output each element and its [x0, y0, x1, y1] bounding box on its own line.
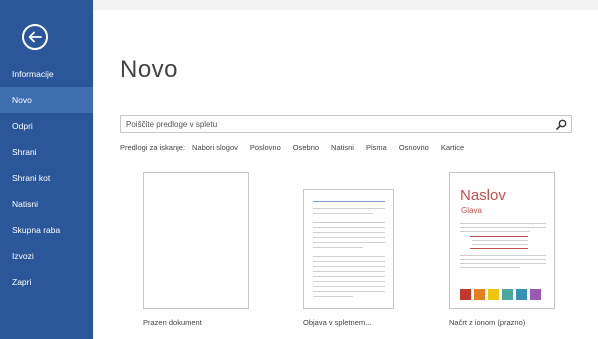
backstage-view: Informacije Novo Odpri Shrani Shrani kot…	[0, 0, 598, 339]
suggested-link-osebno[interactable]: Osebno	[293, 143, 319, 155]
text-line	[460, 231, 530, 232]
suggested-link-nabori-slogov[interactable]: Nabori slogov	[192, 143, 238, 155]
suggested-searches-label: Predlogi za iskanje:	[120, 143, 186, 152]
text-line	[313, 232, 385, 233]
sidebar-item-shrani-kot[interactable]: Shrani kot	[0, 165, 93, 191]
text-line	[313, 213, 373, 214]
text-line	[460, 227, 546, 228]
page-title: Novo	[120, 56, 179, 83]
sidebar-item-skupna-raba[interactable]: Skupna raba	[0, 217, 93, 243]
accent-line	[470, 248, 528, 249]
text-line	[313, 208, 385, 209]
template-heading: Naslov	[460, 187, 506, 204]
search-icon[interactable]	[556, 119, 567, 130]
text-line	[472, 240, 528, 241]
text-line	[313, 247, 363, 248]
sidebar-menu: Informacije Novo Odpri Shrani Shrani kot…	[0, 61, 93, 295]
text-line	[313, 271, 385, 272]
color-swatch	[502, 289, 513, 300]
suggested-link-osnovno[interactable]: Osnovno	[399, 143, 429, 155]
text-line	[313, 261, 385, 262]
color-swatch	[474, 289, 485, 300]
template-subheading: Glava	[461, 206, 482, 215]
text-line	[313, 276, 385, 277]
accent-line	[470, 236, 528, 237]
text-line	[313, 296, 353, 297]
template-name: Prazen dokument	[143, 318, 202, 327]
text-line	[472, 244, 528, 245]
color-swatch	[488, 289, 499, 300]
sidebar-item-zapri[interactable]: Zapri	[0, 269, 93, 295]
text-line	[460, 223, 546, 224]
text-line	[460, 255, 546, 256]
text-line	[313, 291, 385, 292]
text-line	[313, 256, 385, 257]
color-swatch	[460, 289, 471, 300]
sidebar: Informacije Novo Odpri Shrani Shrani kot…	[0, 0, 93, 339]
text-line	[313, 222, 385, 223]
arrow-left-icon	[28, 31, 42, 43]
template-search-input[interactable]	[126, 116, 546, 132]
text-line	[313, 237, 385, 238]
suggested-searches: Predlogi za iskanje: Nabori slogov Poslo…	[120, 143, 476, 155]
suggested-link-natisni[interactable]: Natisni	[331, 143, 354, 155]
template-thumbnail[interactable]	[143, 172, 249, 309]
suggested-link-kartice[interactable]: Kartice	[441, 143, 464, 155]
color-swatch	[516, 289, 527, 300]
text-line	[460, 263, 546, 264]
sidebar-item-odpri[interactable]: Odpri	[0, 113, 93, 139]
template-thumbnail[interactable]	[303, 189, 394, 309]
top-strip	[93, 0, 598, 10]
blog-title-line	[313, 201, 385, 202]
suggested-link-pisma[interactable]: Pisma	[366, 143, 387, 155]
template-name: Objava v spletnem...	[303, 318, 372, 327]
text-line	[313, 281, 385, 282]
sidebar-item-informacije[interactable]: Informacije	[0, 61, 93, 87]
color-swatch	[530, 289, 541, 300]
suggested-link-poslovno[interactable]: Poslovno	[250, 143, 281, 155]
text-line	[313, 266, 385, 267]
text-line	[460, 259, 546, 260]
template-thumbnail[interactable]: Naslov Glava	[449, 172, 555, 309]
sidebar-item-natisni[interactable]: Natisni	[0, 191, 93, 217]
sidebar-item-novo[interactable]: Novo	[0, 87, 93, 113]
sidebar-item-izvozi[interactable]: Izvozi	[0, 243, 93, 269]
sidebar-item-shrani[interactable]: Shrani	[0, 139, 93, 165]
text-line	[313, 286, 385, 287]
back-button[interactable]	[22, 24, 48, 50]
text-line	[313, 242, 385, 243]
text-line	[313, 227, 385, 228]
template-search-box	[120, 115, 572, 133]
text-line	[460, 267, 520, 268]
template-name: Načrt z ionom (prazno)	[449, 318, 526, 327]
